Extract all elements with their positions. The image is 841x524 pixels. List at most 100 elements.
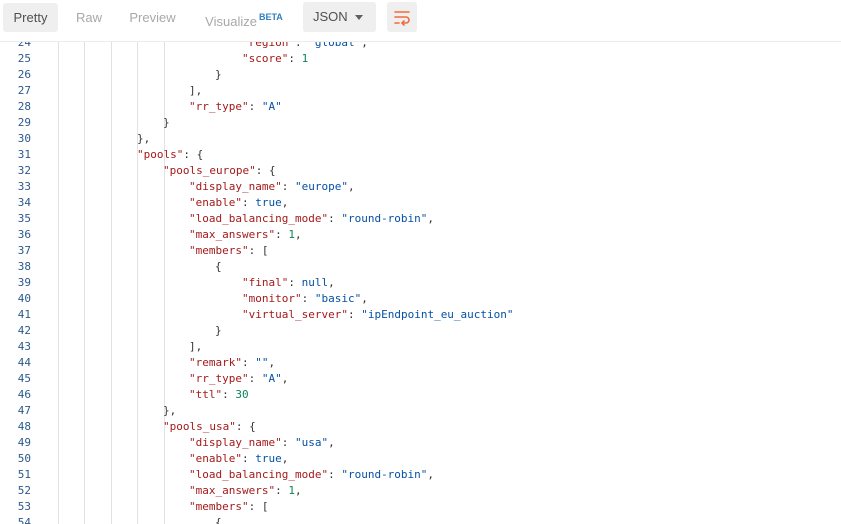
- json-punctuation: :: [328, 468, 342, 481]
- code-line: 31 "pools": {: [0, 147, 841, 163]
- code-content: "final": null,: [242, 275, 335, 291]
- json-key: "enable": [189, 452, 242, 465]
- code-content: "max_answers": 1,: [189, 227, 302, 243]
- json-value: "global": [308, 42, 362, 49]
- line-number: 53: [17, 500, 31, 513]
- line-number: 51: [17, 468, 31, 481]
- code-line: 32 "pools_europe": {: [0, 163, 841, 179]
- code-content: "display_name": "usa",: [189, 435, 335, 451]
- tab-visualize[interactable]: Visualize BETA: [196, 3, 292, 32]
- json-punctuation: : {: [235, 420, 256, 433]
- json-punctuation: ,: [328, 276, 335, 289]
- line-number: 45: [17, 372, 31, 385]
- tab-raw[interactable]: Raw: [66, 3, 112, 32]
- code-content: }: [215, 67, 222, 83]
- json-key: "display_name": [189, 180, 282, 193]
- code-content: "members": [: [189, 243, 268, 259]
- code-content: "virtual_server": "ipEndpoint_eu_auction…: [242, 307, 514, 323]
- code-line: 37 "members": [: [0, 243, 841, 259]
- json-key: "monitor": [242, 292, 302, 305]
- tab-raw-label: Raw: [75, 10, 102, 25]
- json-key: "pools_europe": [163, 164, 256, 177]
- beta-badge: BETA: [258, 12, 283, 22]
- tab-pretty[interactable]: Pretty: [3, 3, 58, 32]
- code-content: "load_balancing_mode": "round-robin",: [189, 467, 434, 483]
- line-number: 52: [17, 484, 31, 497]
- code-line: 35 "load_balancing_mode": "round-robin",: [0, 211, 841, 227]
- code-line: 46 "ttl": 30: [0, 387, 841, 403]
- code-content: "pools_europe": {: [163, 163, 276, 179]
- json-key: "pools_usa": [163, 420, 236, 433]
- code-content: "members": [: [189, 499, 268, 515]
- json-number: 1: [288, 228, 295, 241]
- json-punctuation: :: [281, 180, 295, 193]
- json-punctuation: :: [275, 228, 289, 241]
- line-number: 28: [17, 100, 31, 113]
- code-content: "rr_type": "A",: [189, 371, 288, 387]
- json-key: "load_balancing_mode": [189, 468, 329, 481]
- code-content: "score": 1: [242, 51, 308, 67]
- format-select[interactable]: JSON: [303, 2, 376, 32]
- json-punctuation: :: [248, 372, 262, 385]
- json-key: "ttl": [189, 388, 223, 401]
- json-key: "region": [242, 42, 295, 49]
- json-value: "A": [261, 100, 282, 113]
- json-punctuation: :: [241, 196, 256, 209]
- code-viewer[interactable]: 24 "region": "global", 25 "score": 1 26} 27],…: [0, 42, 841, 524]
- json-punctuation: :: [294, 42, 309, 49]
- json-punctuation: ,: [347, 180, 355, 193]
- json-punctuation: : {: [183, 148, 204, 161]
- line-number: 33: [17, 180, 31, 193]
- line-number: 49: [17, 436, 31, 449]
- json-punctuation: ,: [361, 42, 368, 49]
- tab-preview[interactable]: Preview: [121, 3, 184, 32]
- json-punctuation: {: [215, 260, 222, 273]
- json-key: "score": [242, 52, 289, 65]
- json-key: "load_balancing_mode": [189, 212, 329, 225]
- line-number: 31: [17, 148, 31, 161]
- line-number: 47: [17, 404, 31, 417]
- wrap-lines-button[interactable]: [387, 2, 417, 32]
- line-number: 37: [17, 244, 31, 257]
- line-number: 34: [17, 196, 31, 209]
- json-value: "round-robin": [341, 468, 428, 481]
- json-punctuation: {: [215, 516, 222, 524]
- code-line: 36 "max_answers": 1,: [0, 227, 841, 243]
- line-number: 54: [17, 516, 31, 524]
- json-punctuation: ,: [281, 196, 289, 209]
- json-punctuation: ],: [189, 84, 203, 97]
- code-content: },: [163, 403, 176, 419]
- json-punctuation: :: [241, 356, 256, 369]
- code-line: 25 "score": 1: [0, 51, 841, 67]
- code-content: "monitor": "basic",: [242, 291, 368, 307]
- line-number: 46: [17, 388, 31, 401]
- json-value: null: [301, 276, 329, 289]
- code-content: "display_name": "europe",: [189, 179, 355, 195]
- code-content: "pools": {: [137, 147, 203, 163]
- code-line: 39 "final": null,: [0, 275, 841, 291]
- code-line: 24 "region": "global",: [0, 42, 841, 51]
- code-content: "enable": true,: [189, 195, 288, 211]
- json-number: 1: [288, 484, 295, 497]
- code-content: "pools_usa": {: [163, 419, 256, 435]
- json-key: "members": [189, 244, 249, 257]
- json-key: "pools": [137, 148, 184, 161]
- json-value: "basic": [314, 292, 362, 305]
- json-punctuation: : [: [248, 500, 269, 513]
- code-line: 43],: [0, 339, 841, 355]
- json-punctuation: }: [215, 324, 222, 337]
- line-number: 50: [17, 452, 31, 465]
- code-content: ],: [189, 339, 202, 355]
- json-value: "usa": [294, 436, 329, 449]
- json-punctuation: ],: [189, 340, 203, 353]
- json-punctuation: ,: [427, 212, 435, 225]
- line-number: 26: [17, 68, 31, 81]
- response-toolbar: Pretty Raw Preview Visualize BETA JSON: [0, 0, 841, 42]
- json-punctuation: }: [215, 68, 222, 81]
- code-content: "enable": true,: [189, 451, 288, 467]
- format-select-value: JSON: [313, 9, 348, 24]
- line-number: 24: [17, 42, 31, 49]
- json-punctuation: },: [163, 404, 177, 417]
- code-line: 54 {: [0, 515, 841, 524]
- json-value: true: [255, 452, 282, 465]
